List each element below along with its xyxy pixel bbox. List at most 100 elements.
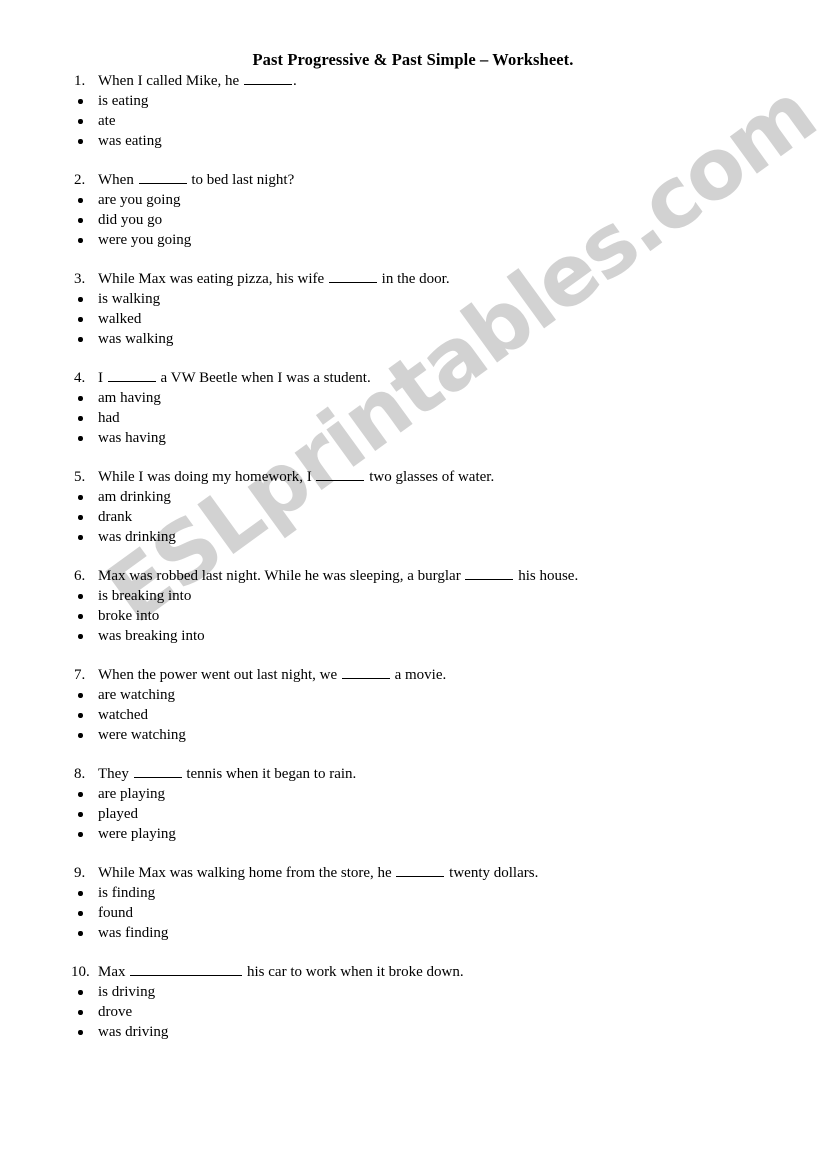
question-list: 1. When I called Mike, he . is eating ate wa… xyxy=(0,71,826,1061)
question-block: 3. While Max was eating pizza, his wife i… xyxy=(0,269,826,349)
answer-option[interactable]: was eating xyxy=(0,131,826,151)
answer-blank[interactable] xyxy=(138,170,187,184)
answer-blank[interactable] xyxy=(130,962,243,976)
answer-option[interactable]: did you go xyxy=(0,210,826,230)
answer-option[interactable]: are playing xyxy=(0,784,826,804)
answer-option[interactable]: had xyxy=(0,408,826,428)
bullet-icon xyxy=(78,1010,83,1015)
answer-option[interactable]: am drinking xyxy=(0,487,826,507)
answer-option[interactable]: am having xyxy=(0,388,826,408)
question-number: 4. xyxy=(74,370,86,386)
answer-option-label: walked xyxy=(98,311,142,327)
answer-option-label: drove xyxy=(98,1004,133,1020)
question-number: 6. xyxy=(74,568,86,584)
answer-blank[interactable] xyxy=(243,71,292,85)
answer-blank[interactable] xyxy=(341,665,390,679)
answer-option-label: was breaking into xyxy=(98,628,205,644)
bullet-icon xyxy=(78,119,83,124)
sentence-before-blank: When I called Mike, he xyxy=(98,73,243,89)
answer-option[interactable]: were you going xyxy=(0,230,826,250)
answer-option[interactable]: ate xyxy=(0,111,826,131)
answer-option[interactable]: is walking xyxy=(0,289,826,309)
question-sentence: When I called Mike, he . xyxy=(98,71,297,91)
question-prompt: 1. When I called Mike, he . xyxy=(0,71,826,91)
answer-option[interactable]: was walking xyxy=(0,329,826,349)
bullet-icon xyxy=(78,218,83,223)
answer-blank[interactable] xyxy=(396,863,445,877)
answer-option-label: was having xyxy=(98,430,166,446)
question-number: 3. xyxy=(74,271,86,287)
question-prompt: 3. While Max was eating pizza, his wife i… xyxy=(0,269,826,289)
bullet-icon xyxy=(78,693,83,698)
answer-option[interactable]: are watching xyxy=(0,685,826,705)
answer-option[interactable]: played xyxy=(0,804,826,824)
answer-option[interactable]: was drinking xyxy=(0,527,826,547)
answer-option[interactable]: was having xyxy=(0,428,826,448)
answer-option-label: is eating xyxy=(98,93,149,109)
answer-option[interactable]: drove xyxy=(0,1002,826,1022)
bullet-icon xyxy=(78,317,83,322)
question-prompt: 2. When to bed last night? xyxy=(0,170,826,190)
bullet-icon xyxy=(78,931,83,936)
answer-option-label: were you going xyxy=(98,232,192,248)
answer-option-label: broke into xyxy=(98,608,160,624)
answer-option-label: are playing xyxy=(98,786,166,802)
bullet-icon xyxy=(78,911,83,916)
answer-blank[interactable] xyxy=(133,764,182,778)
question-block: 9. While Max was walking home from the st… xyxy=(0,863,826,943)
answer-option[interactable]: broke into xyxy=(0,606,826,626)
sentence-before-blank: When xyxy=(98,172,138,188)
sentence-after-blank: a movie. xyxy=(390,667,447,683)
question-block: 7. When the power went out last night, we… xyxy=(0,665,826,745)
answer-option[interactable]: was finding xyxy=(0,923,826,943)
sentence-before-blank: When the power went out last night, we xyxy=(98,667,341,683)
question-block: 1. When I called Mike, he . is eating ate wa… xyxy=(0,71,826,151)
question-sentence: Max his car to work when it broke down. xyxy=(98,962,464,982)
answer-option[interactable]: walked xyxy=(0,309,826,329)
bullet-icon xyxy=(78,1030,83,1035)
question-block: 5. While I was doing my homework, I two g… xyxy=(0,467,826,547)
answer-blank[interactable] xyxy=(465,566,514,580)
answer-option[interactable]: is breaking into xyxy=(0,586,826,606)
sentence-after-blank: his car to work when it broke down. xyxy=(243,964,464,980)
answer-option[interactable]: is eating xyxy=(0,91,826,111)
answer-option[interactable]: were watching xyxy=(0,725,826,745)
bullet-icon xyxy=(78,99,83,104)
answer-option[interactable]: was driving xyxy=(0,1022,826,1042)
answer-option-label: is breaking into xyxy=(98,588,192,604)
answer-option-label: am having xyxy=(98,390,161,406)
answer-option[interactable]: is finding xyxy=(0,883,826,903)
answer-option[interactable]: are you going xyxy=(0,190,826,210)
question-number: 2. xyxy=(74,172,86,188)
answer-option[interactable]: were playing xyxy=(0,824,826,844)
sentence-after-blank: two glasses of water. xyxy=(365,469,495,485)
answer-blank[interactable] xyxy=(328,269,377,283)
sentence-before-blank: I xyxy=(98,370,107,386)
answer-option[interactable]: is driving xyxy=(0,982,826,1002)
answer-option[interactable]: watched xyxy=(0,705,826,725)
question-sentence: While Max was eating pizza, his wife in … xyxy=(98,269,450,289)
bullet-icon xyxy=(78,634,83,639)
answer-option[interactable]: was breaking into xyxy=(0,626,826,646)
answer-option[interactable]: found xyxy=(0,903,826,923)
question-number: 8. xyxy=(74,766,86,782)
bullet-icon xyxy=(78,297,83,302)
answer-blank[interactable] xyxy=(107,368,156,382)
question-block: 2. When to bed last night? are you going di… xyxy=(0,170,826,250)
worksheet-page: Past Progressive & Past Simple – Workshe… xyxy=(0,0,826,1169)
sentence-before-blank: They xyxy=(98,766,133,782)
sentence-before-blank: Max was robbed last night. While he was … xyxy=(98,568,465,584)
answer-option[interactable]: drank xyxy=(0,507,826,527)
answer-option-label: ate xyxy=(98,113,116,129)
bullet-icon xyxy=(78,416,83,421)
question-block: 10. Max his car to work when it broke dow… xyxy=(0,962,826,1042)
answer-blank[interactable] xyxy=(316,467,365,481)
question-number: 9. xyxy=(74,865,86,881)
question-number: 7. xyxy=(74,667,86,683)
bullet-icon xyxy=(78,396,83,401)
bullet-icon xyxy=(78,337,83,342)
answer-option-label: did you go xyxy=(98,212,163,228)
answer-option-label: was walking xyxy=(98,331,174,347)
answer-option-label: played xyxy=(98,806,138,822)
bullet-icon xyxy=(78,139,83,144)
